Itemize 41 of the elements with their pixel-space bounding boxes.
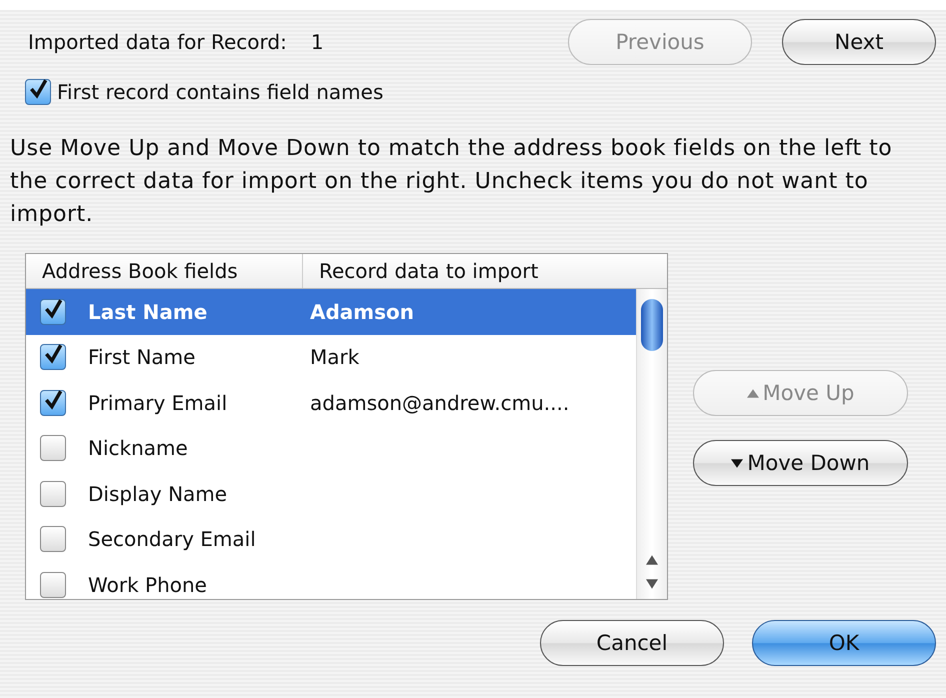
record-value: Mark bbox=[310, 345, 360, 370]
scrollbar[interactable] bbox=[636, 289, 667, 599]
record-value: Adamson bbox=[310, 300, 414, 324]
column-header[interactable]: Record data to import bbox=[303, 254, 538, 288]
checkbox[interactable] bbox=[25, 79, 51, 105]
move-button[interactable]: Move Down bbox=[693, 440, 908, 486]
scroll-down-icon[interactable] bbox=[646, 579, 658, 589]
record-number: 1 bbox=[310, 30, 324, 54]
checkbox[interactable] bbox=[40, 390, 66, 416]
table-row[interactable]: Display Name bbox=[26, 471, 636, 516]
option-label: First record contains field names bbox=[57, 80, 384, 104]
checkbox[interactable] bbox=[40, 526, 66, 552]
dialog-button[interactable]: Cancel bbox=[540, 620, 724, 666]
checkbox[interactable] bbox=[40, 572, 66, 598]
field-name: Secondary Email bbox=[88, 527, 257, 552]
record-value: adamson@andrew.cmu.... bbox=[310, 390, 570, 415]
field-name: Work Phone bbox=[88, 572, 208, 597]
dialog-button[interactable]: OK bbox=[752, 620, 936, 666]
nav-button[interactable]: Next bbox=[782, 19, 936, 65]
column-header[interactable]: Address Book fields bbox=[26, 254, 303, 288]
field-name: Primary Email bbox=[88, 390, 228, 415]
table-row[interactable]: First Name Mark bbox=[26, 334, 636, 380]
table-row[interactable]: Primary Email adamson@andrew.cmu.... bbox=[26, 380, 636, 426]
instructions-text: Use Move Up and Move Down to match the address book fields on the left to the correct data for import on the right. Uncheck items you do not want to import. bbox=[10, 135, 894, 229]
field-name: First Name bbox=[88, 345, 196, 370]
table-row[interactable]: Work Phone bbox=[26, 562, 636, 608]
down-triangle-icon bbox=[731, 458, 744, 468]
table-row[interactable]: Secondary Email bbox=[26, 516, 636, 562]
checkbox[interactable] bbox=[40, 435, 66, 462]
checkbox[interactable] bbox=[40, 344, 66, 370]
field-name: Last Name bbox=[88, 300, 208, 324]
field-name: Nickname bbox=[88, 436, 189, 460]
table-row[interactable]: Nickname bbox=[26, 426, 636, 471]
table-row[interactable]: Last Name Adamson bbox=[26, 289, 636, 334]
checkbox[interactable] bbox=[40, 298, 66, 325]
field-name: Display Name bbox=[88, 482, 228, 506]
checkbox[interactable] bbox=[40, 480, 66, 507]
record-label: Imported data for Record: bbox=[28, 30, 287, 54]
up-triangle-icon bbox=[746, 388, 759, 398]
scroll-thumb[interactable] bbox=[641, 299, 663, 351]
scroll-up-icon[interactable] bbox=[646, 555, 658, 565]
